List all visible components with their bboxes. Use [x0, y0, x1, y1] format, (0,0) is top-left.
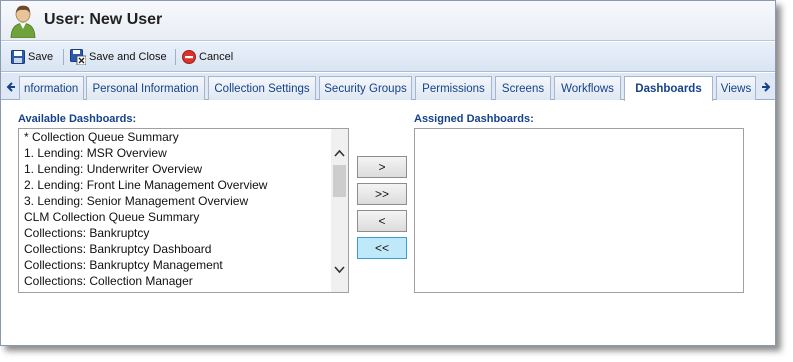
add-selected-button[interactable]: >: [357, 156, 407, 178]
list-item[interactable]: 1. Lending: MSR Overview: [19, 145, 331, 161]
scroll-tabs-right-icon[interactable]: [759, 79, 771, 95]
floppy-disk-close-icon: [70, 49, 86, 65]
save-and-close-button[interactable]: Save and Close: [70, 48, 167, 66]
assigned-dashboards-list[interactable]: [414, 128, 744, 293]
window-title: User: New User: [44, 11, 163, 28]
save-button[interactable]: Save: [11, 48, 53, 66]
user-icon: [10, 5, 36, 38]
tab-permissions[interactable]: Permissions: [415, 76, 492, 100]
list-item[interactable]: Collections: Collection Manager: [19, 273, 331, 289]
cancel-circle-icon: [182, 50, 196, 64]
list-item[interactable]: 2. Lending: Front Line Management Overvi…: [19, 177, 331, 193]
scrollbar-thumb[interactable]: [333, 165, 346, 197]
tab-collection-settings[interactable]: Collection Settings: [208, 76, 316, 100]
tab-information[interactable]: nformation: [19, 76, 84, 100]
toolbar-separator: [175, 49, 176, 65]
scroll-tabs-left-icon[interactable]: [6, 79, 18, 95]
assigned-dashboards-label: Assigned Dashboards:: [414, 113, 534, 125]
tab-strip: nformation Personal Information Collecti…: [1, 73, 775, 101]
list-item[interactable]: Collections: Bankruptcy Dashboard: [19, 241, 331, 257]
toolbar: Save Save and Close Cancel: [1, 42, 775, 72]
user-window: User: New User Save Save and Close Cance…: [0, 0, 776, 346]
tab-security-groups[interactable]: Security Groups: [319, 76, 412, 100]
available-dashboards-list[interactable]: * Collection Queue Summary 1. Lending: MS…: [18, 128, 349, 293]
title-bar: User: New User: [1, 1, 775, 41]
scroll-down-icon[interactable]: [334, 265, 345, 274]
list-item[interactable]: Collections: Bankruptcy Management: [19, 257, 331, 273]
save-and-close-label: Save and Close: [89, 51, 167, 63]
list-item[interactable]: CLM Collection Queue Summary: [19, 209, 331, 225]
cancel-button[interactable]: Cancel: [182, 48, 233, 66]
tab-personal-information[interactable]: Personal Information: [86, 76, 205, 100]
floppy-disk-icon: [11, 50, 25, 64]
list-item[interactable]: Collections: Bankruptcy: [19, 225, 331, 241]
available-scrollbar[interactable]: [331, 129, 348, 292]
scroll-up-icon[interactable]: [334, 149, 345, 158]
available-items: * Collection Queue Summary 1. Lending: MS…: [19, 129, 331, 289]
available-dashboards-label: Available Dashboards:: [18, 113, 137, 125]
add-all-button[interactable]: >>: [357, 183, 407, 205]
list-item[interactable]: 3. Lending: Senior Management Overview: [19, 193, 331, 209]
tab-workflows[interactable]: Workflows: [554, 76, 621, 100]
cancel-label: Cancel: [199, 51, 234, 63]
tab-views[interactable]: Views: [716, 76, 756, 100]
list-item[interactable]: 1. Lending: Underwriter Overview: [19, 161, 331, 177]
remove-selected-button[interactable]: <: [357, 210, 407, 232]
tab-dashboards[interactable]: Dashboards: [624, 76, 713, 101]
list-item[interactable]: * Collection Queue Summary: [19, 129, 331, 145]
save-label: Save: [28, 51, 54, 63]
remove-all-button[interactable]: <<: [357, 237, 407, 259]
tab-screens[interactable]: Screens: [495, 76, 551, 100]
toolbar-separator: [63, 49, 64, 65]
